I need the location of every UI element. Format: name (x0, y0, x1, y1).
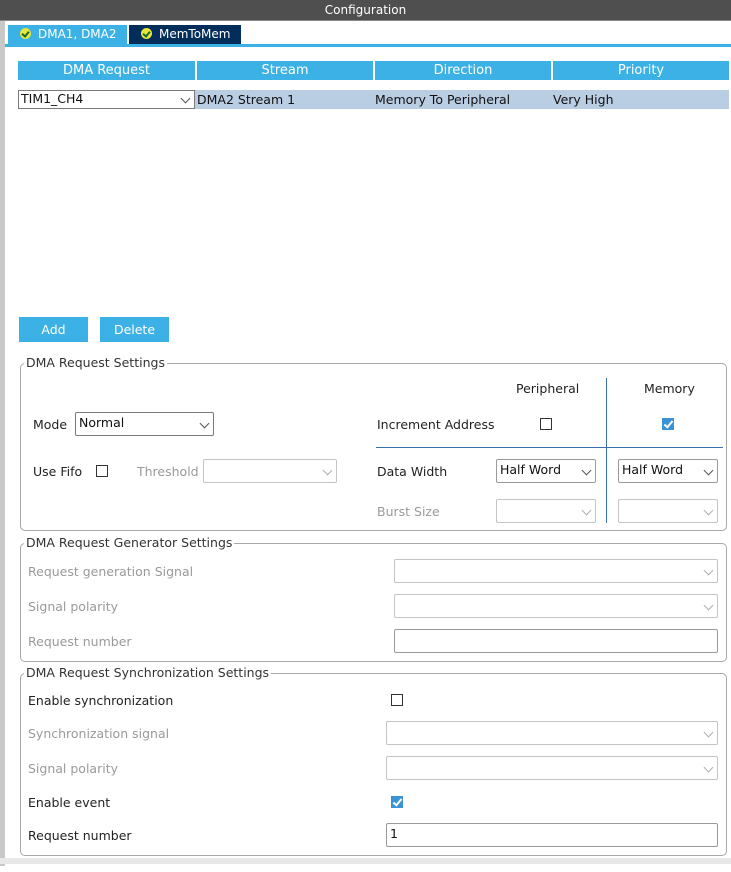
data-width-label: Data Width (377, 464, 448, 479)
direction-cell: Memory To Peripheral (375, 92, 511, 107)
column-header-direction[interactable]: Direction (375, 61, 551, 80)
column-header-priority[interactable]: Priority (553, 61, 729, 80)
tab-label: DMA1, DMA2 (38, 27, 117, 41)
bottom-edge (0, 858, 731, 864)
chevron-down-icon (180, 93, 191, 104)
enable-event-checkbox[interactable] (391, 796, 403, 808)
row-divider (376, 447, 723, 448)
increment-peripheral-checkbox[interactable] (540, 418, 552, 430)
memory-header: Memory (644, 381, 695, 396)
chevron-down-icon (581, 465, 592, 476)
data-width-memory-select[interactable]: Half Word (618, 459, 718, 483)
dma-request-value: TIM1_CH4 (21, 91, 84, 106)
burst-size-memory-select[interactable] (618, 499, 718, 523)
burst-size-label: Burst Size (377, 504, 440, 519)
column-divider (606, 378, 607, 523)
stream-cell: DMA2 Stream 1 (197, 92, 296, 107)
signal-polarity-label: Signal polarity (28, 599, 118, 614)
check-circle-icon (141, 28, 152, 39)
sync-signal-polarity-select[interactable] (386, 756, 718, 780)
chevron-down-icon (703, 727, 714, 738)
enable-synchronization-checkbox[interactable] (391, 694, 403, 706)
chevron-down-icon (703, 565, 714, 576)
request-generation-signal-label: Request generation Signal (28, 564, 194, 579)
column-header-stream[interactable]: Stream (197, 61, 373, 80)
mode-label: Mode (33, 417, 68, 432)
tab-dma1-dma2[interactable]: DMA1, DMA2 (8, 25, 127, 44)
window-title: Configuration (0, 0, 731, 21)
signal-polarity-select[interactable] (394, 594, 718, 618)
enable-event-label: Enable event (28, 795, 111, 810)
check-circle-icon (20, 28, 31, 39)
data-width-peripheral-value: Half Word (500, 462, 562, 477)
tab-underline (5, 44, 731, 47)
data-width-peripheral-select[interactable]: Half Word (496, 459, 596, 483)
sync-request-number-label: Request number (28, 828, 132, 843)
request-number-input[interactable] (394, 629, 718, 653)
chevron-down-icon (703, 505, 714, 516)
enable-synchronization-label: Enable synchronization (28, 693, 174, 708)
use-fifo-checkbox[interactable] (96, 465, 108, 477)
dma-request-settings-legend: DMA Request Settings (24, 355, 167, 370)
chevron-down-icon (703, 600, 714, 611)
sync-signal-polarity-label: Signal polarity (28, 761, 118, 776)
tab-label: MemToMem (159, 27, 231, 41)
data-width-memory-value: Half Word (622, 462, 684, 477)
delete-button[interactable]: Delete (100, 317, 169, 342)
tab-memtomem[interactable]: MemToMem (129, 25, 241, 44)
use-fifo-label: Use Fifo (33, 464, 83, 479)
increment-memory-checkbox[interactable] (662, 418, 674, 430)
peripheral-header: Peripheral (516, 381, 580, 396)
threshold-select[interactable] (203, 459, 337, 483)
sync-settings-legend: DMA Request Synchronization Settings (24, 665, 272, 680)
generator-settings-legend: DMA Request Generator Settings (24, 535, 235, 550)
sync-request-number-input[interactable]: 1 (386, 823, 718, 847)
left-edge (0, 21, 5, 866)
column-header-dma-request[interactable]: DMA Request (18, 61, 195, 80)
dma-request-select[interactable]: TIM1_CH4 (18, 90, 195, 109)
threshold-label: Threshold (137, 464, 199, 479)
synchronization-signal-select[interactable] (386, 721, 718, 745)
priority-cell: Very High (553, 92, 614, 107)
chevron-down-icon (581, 505, 592, 516)
mode-value: Normal (79, 415, 125, 430)
burst-size-peripheral-select[interactable] (496, 499, 596, 523)
add-button[interactable]: Add (19, 317, 88, 342)
chevron-down-icon (703, 762, 714, 773)
chevron-down-icon (322, 465, 333, 476)
mode-select[interactable]: Normal (75, 412, 214, 436)
chevron-down-icon (199, 418, 210, 429)
synchronization-signal-label: Synchronization signal (28, 726, 170, 741)
request-number-label: Request number (28, 634, 132, 649)
request-generation-signal-select[interactable] (394, 559, 718, 583)
chevron-down-icon (703, 465, 714, 476)
increment-address-label: Increment Address (377, 417, 495, 432)
